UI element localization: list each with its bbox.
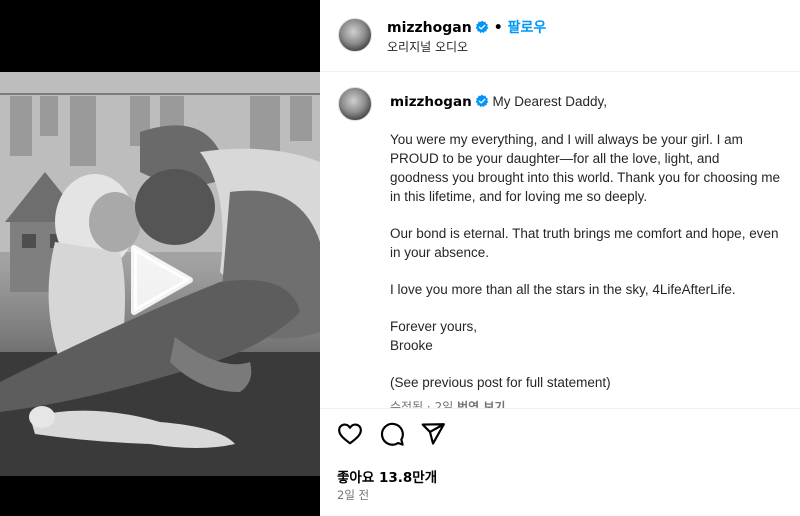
caption-paragraph: You were my everything, and I will alway… <box>390 132 780 204</box>
play-button[interactable] <box>128 244 194 316</box>
caption-text: mizzhogan My Dearest Daddy, You were my … <box>390 92 780 392</box>
header-user-row: mizzhogan • 팔로우 <box>387 17 546 37</box>
send-icon <box>421 423 445 445</box>
caption-paragraph: (See previous post for full statement) <box>390 375 611 390</box>
audio-link[interactable]: 오리지널 오디오 <box>387 38 468 55</box>
follow-button[interactable]: 팔로우 <box>508 20 547 36</box>
caption-greeting: My Dearest Daddy, <box>492 94 607 109</box>
post-panel: mizzhogan • 팔로우 오리지널 오디오 mizzhogan My Dear… <box>320 0 800 516</box>
verified-badge-icon <box>475 94 489 108</box>
action-bar: 좋아요 13.8만개 2일 전 <box>320 408 800 516</box>
verified-badge-icon <box>475 20 489 34</box>
avatar[interactable] <box>338 18 372 52</box>
caption-meta: 수정됨 · 2일 번역 보기 <box>390 398 505 408</box>
post-header: mizzhogan • 팔로우 오리지널 오디오 <box>320 0 800 72</box>
caption-paragraph: Forever yours, Brooke <box>390 319 478 353</box>
post-time[interactable]: 2일 전 <box>337 487 369 503</box>
like-button[interactable] <box>337 421 363 447</box>
username-link[interactable]: mizzhogan <box>387 20 472 36</box>
edited-label: 수정됨 · 2일 <box>390 400 454 408</box>
play-icon <box>131 245 193 315</box>
caption-area[interactable]: mizzhogan My Dearest Daddy, You were my … <box>320 73 800 408</box>
heart-icon <box>338 423 362 445</box>
caption-avatar[interactable] <box>338 87 372 121</box>
share-button[interactable] <box>420 421 446 447</box>
likes-count[interactable]: 좋아요 13.8만개 <box>337 466 437 486</box>
comment-icon <box>380 422 404 446</box>
separator-dot: • <box>493 20 503 36</box>
see-translation-link[interactable]: 번역 보기 <box>457 400 505 408</box>
caption-paragraph: Our bond is eternal. That truth brings m… <box>390 226 779 260</box>
caption-username[interactable]: mizzhogan <box>390 94 472 110</box>
caption-paragraph: I love you more than all the stars in th… <box>390 282 736 297</box>
post-media[interactable] <box>0 0 320 516</box>
comment-button[interactable] <box>379 421 405 447</box>
